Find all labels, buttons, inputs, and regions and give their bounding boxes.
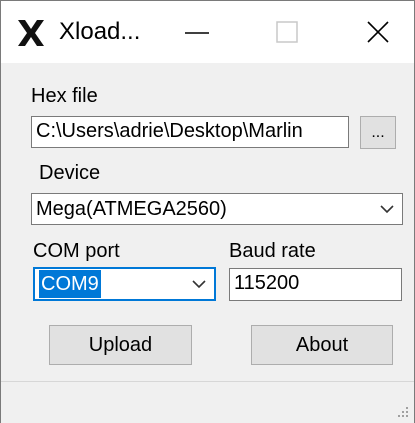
maximize-icon [276, 21, 298, 43]
baud-rate-label: Baud rate [229, 240, 316, 262]
close-icon [367, 21, 389, 43]
com-port-label: COM port [33, 240, 120, 262]
minimize-button[interactable] [151, 1, 243, 63]
hex-file-input[interactable]: C:\Users\adrie\Desktop\Marlin [31, 116, 349, 148]
title-bar[interactable]: Xload... [1, 1, 414, 63]
window-title: Xload... [59, 18, 141, 45]
maximize-button[interactable] [243, 1, 335, 63]
com-port-value: COM9 [39, 270, 101, 298]
device-select[interactable]: Mega(ATMEGA2560) [31, 193, 403, 225]
hex-file-label: Hex file [31, 85, 98, 107]
chevron-down-icon [192, 280, 206, 289]
status-bar [1, 381, 414, 423]
close-button[interactable] [324, 1, 414, 63]
upload-button[interactable]: Upload [49, 325, 192, 365]
about-button[interactable]: About [251, 325, 393, 365]
chevron-down-icon [380, 205, 394, 214]
browse-button[interactable]: ... [360, 116, 396, 149]
device-label: Device [39, 162, 101, 184]
app-window: Xload... Hex file C:\Users\adrie\Desktop… [0, 0, 415, 423]
device-value: Mega(ATMEGA2560) [36, 198, 227, 220]
x-logo-icon [16, 18, 46, 48]
baud-rate-input[interactable]: 115200 [229, 268, 402, 301]
minimize-icon [185, 32, 209, 34]
com-port-select[interactable]: COM9 [33, 267, 216, 301]
resize-grip-icon[interactable] [396, 405, 410, 419]
